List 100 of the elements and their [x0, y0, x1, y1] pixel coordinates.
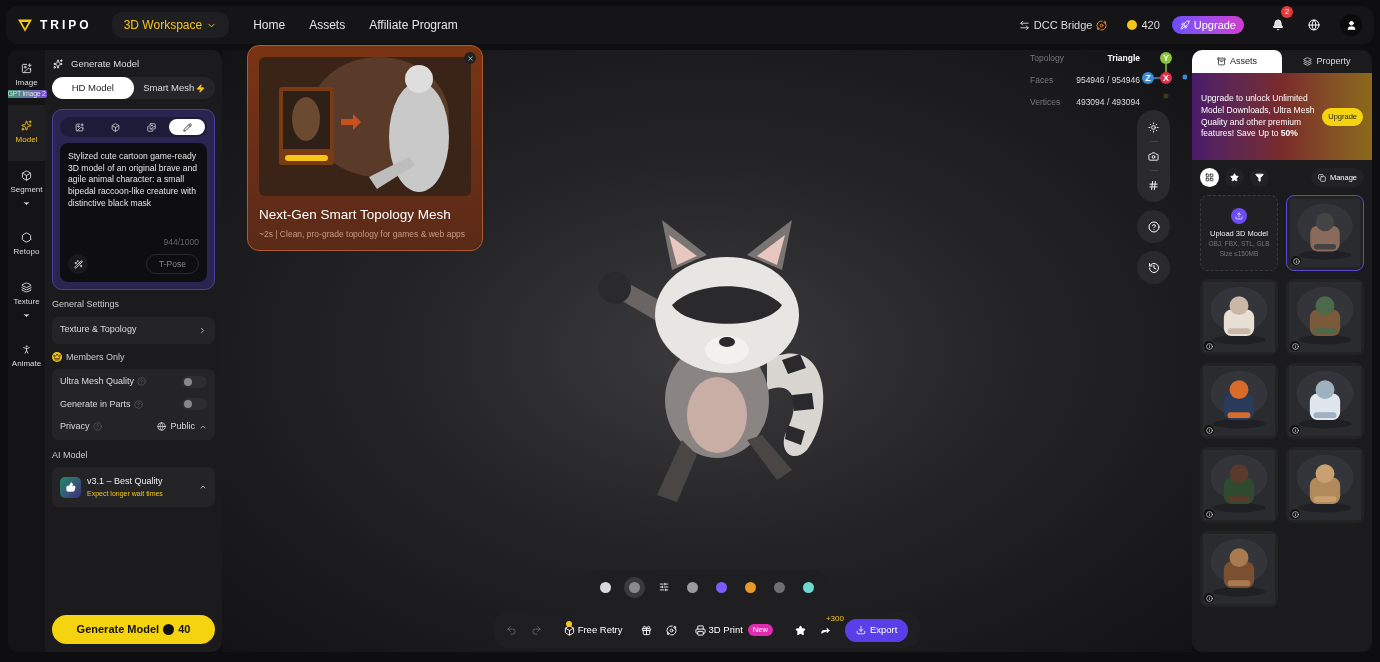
close-button[interactable]	[464, 52, 476, 64]
toggle-switch[interactable]	[182, 375, 207, 388]
close-icon	[466, 54, 474, 62]
caret-icon	[22, 199, 31, 208]
stat-value: 493094 / 493094	[1076, 95, 1140, 109]
rail-tab[interactable]: Segment	[8, 161, 45, 217]
mode-tab[interactable]: HD Model	[52, 77, 134, 100]
members-only-label: Members Only	[66, 350, 125, 364]
camera-icon	[1148, 150, 1159, 162]
sparkle-icon	[21, 120, 32, 131]
bell-icon	[1272, 19, 1284, 31]
sparkle-icon	[53, 59, 63, 70]
rail-tab[interactable]: Retopo	[8, 217, 45, 273]
section-label: General Settings	[52, 298, 121, 311]
section-label: AI Model	[52, 448, 89, 462]
all-filter-button[interactable]	[1200, 168, 1219, 187]
nav-link[interactable]: Affiliate Program	[369, 16, 458, 34]
export-button[interactable]: Export	[844, 618, 909, 642]
material-swatch[interactable]	[624, 576, 645, 598]
setting-label: Generate in Parts	[60, 397, 131, 411]
panel-title: Generate Model	[71, 57, 140, 71]
filter-icon	[1255, 173, 1264, 182]
download-icon	[855, 625, 866, 635]
popup-title: Next-Gen Smart Topology Mesh	[259, 206, 452, 224]
info-icon	[1204, 341, 1214, 351]
generate-cost: 40	[178, 622, 191, 638]
privacy-select[interactable]: Public	[157, 420, 207, 434]
stat-label: Topology	[1030, 52, 1065, 65]
profile-button[interactable]	[1340, 14, 1362, 36]
prompt-field[interactable]: Stylized cute cartoon game-ready 3D model of an original brave and agile animal character: a small bipedal raccoon-like creature with distinctive black mask	[68, 151, 199, 234]
help-icon	[92, 422, 102, 432]
setting-label: Ultra Mesh Quality	[60, 375, 135, 388]
language-icon[interactable]	[1308, 19, 1320, 31]
filter-button[interactable]	[1250, 168, 1269, 187]
orbit-icon[interactable]	[665, 624, 677, 636]
info-icon	[1290, 509, 1300, 519]
star-icon[interactable]	[794, 624, 806, 636]
layers-icon	[21, 282, 32, 293]
asset-thumbnail[interactable]	[1286, 363, 1364, 439]
toggle-switch[interactable]	[182, 398, 207, 411]
asset-thumbnail[interactable]	[1286, 195, 1364, 271]
help-button[interactable]	[1137, 210, 1170, 243]
info-icon	[1291, 256, 1301, 266]
dcc-bridge-button[interactable]: DCC Bridge	[1018, 16, 1108, 34]
gift-icon[interactable]	[640, 624, 652, 636]
panel-tab[interactable]: Assets	[1192, 50, 1282, 73]
input-mode-tab[interactable]	[169, 119, 205, 136]
help-icon	[137, 377, 147, 387]
brand-name: TRIPO	[40, 17, 92, 34]
rail-tab[interactable]: Animate	[8, 329, 45, 385]
texture-topology-row[interactable]: Texture & Topology	[52, 316, 215, 344]
history-icon	[1147, 261, 1160, 274]
enhance-button[interactable]	[68, 254, 88, 274]
generate-model-button[interactable]: Generate Model 40	[52, 615, 215, 644]
logo-icon	[18, 18, 32, 32]
stat-value: 954946 / 954946	[1076, 73, 1140, 87]
info-icon	[1204, 509, 1214, 519]
info-icon	[1290, 341, 1300, 351]
promo-text: Upgrade to unlock Unlimited Model Downloads, Ultra Mesh Quality and other premium features! Save Up to 50%	[1201, 93, 1316, 140]
asset-thumbnail[interactable]	[1200, 447, 1278, 523]
panel-tab[interactable]: Property	[1282, 50, 1372, 73]
figure-icon	[21, 344, 32, 355]
lightning-icon	[196, 83, 206, 93]
swap-icon	[1018, 19, 1030, 31]
workspace-menu[interactable]: 3D Workspace	[111, 12, 230, 38]
magic-wand-icon	[73, 259, 83, 269]
asset-thumbnail[interactable]	[1200, 279, 1278, 355]
blender-icon	[1096, 19, 1108, 31]
nav-link[interactable]: Home	[253, 16, 286, 34]
help-icon	[1147, 220, 1160, 233]
asset-thumbnail[interactable]	[1200, 363, 1278, 439]
upgrade-button[interactable]: Upgrade	[1171, 16, 1244, 34]
coin-icon	[1127, 20, 1138, 30]
image-icon	[21, 63, 32, 74]
nav-link[interactable]: Assets	[309, 16, 346, 34]
stat-value: Triangle	[1107, 52, 1140, 65]
cube-icon	[111, 122, 121, 132]
globe-icon	[157, 422, 167, 432]
layers-icon	[1303, 57, 1313, 66]
image-icon	[75, 122, 85, 132]
upload-icon	[1231, 207, 1247, 224]
asset-thumbnail[interactable]	[1286, 279, 1364, 355]
rail-tab[interactable]: Model	[8, 105, 45, 161]
pencil-icon	[182, 122, 192, 132]
images-icon	[146, 122, 156, 132]
info-icon	[1290, 425, 1300, 435]
history-button[interactable]	[1137, 251, 1170, 284]
mode-tab[interactable]: Smart Mesh	[133, 77, 215, 100]
cube-icon	[21, 170, 32, 181]
rocket-icon	[1179, 20, 1190, 30]
favorites-filter-button[interactable]	[1225, 168, 1244, 187]
asset-thumbnail[interactable]	[1200, 531, 1278, 607]
model-name: v3.1 – Best Quality	[87, 475, 163, 488]
asset-thumbnail[interactable]	[1286, 447, 1364, 523]
setting-label: Privacy	[60, 420, 90, 433]
free-retry-button[interactable]: Free Retry	[563, 622, 623, 638]
credit-count: 420	[1141, 17, 1160, 33]
printer-icon	[694, 624, 706, 636]
rail-tab[interactable]: Texture	[8, 273, 45, 329]
sliders-icon	[658, 582, 669, 592]
